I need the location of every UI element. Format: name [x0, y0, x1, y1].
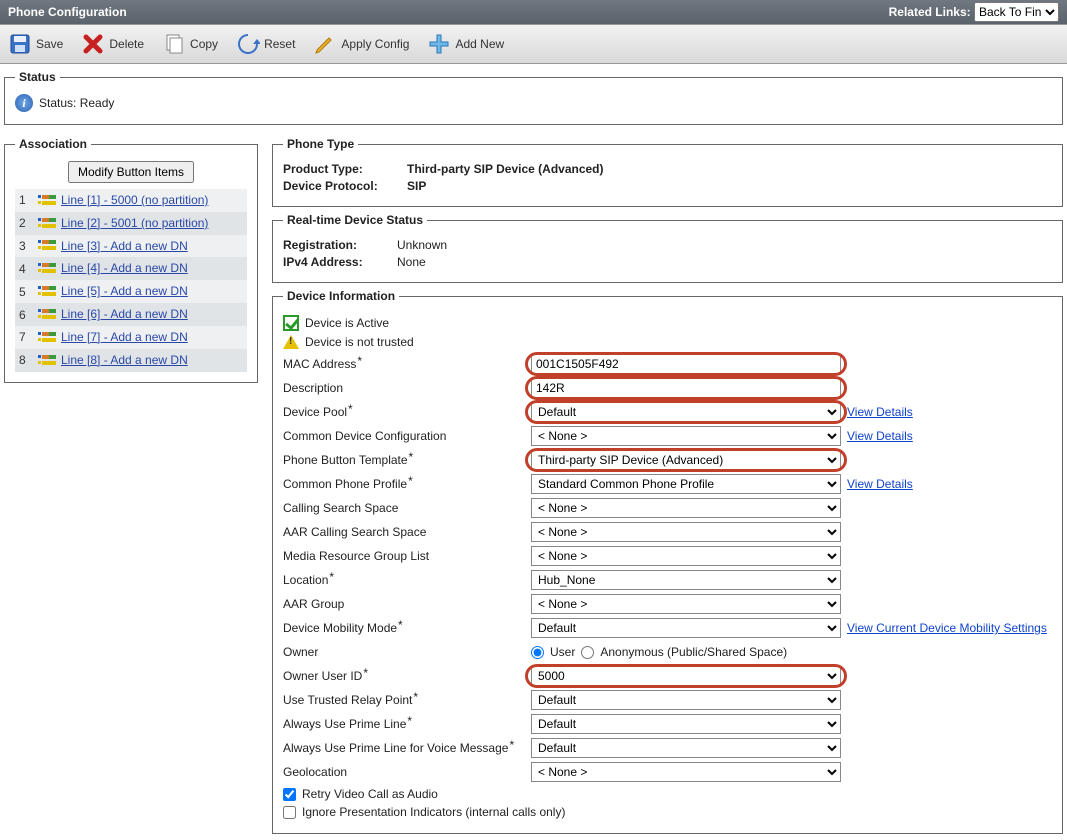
phone-button-template-select[interactable]: Third-party SIP Device (Advanced) — [531, 450, 841, 470]
association-row: 2Line [2] - 5001 (no partition) — [15, 212, 247, 235]
cpp-view-details[interactable]: View Details — [847, 477, 913, 491]
ipv4-value: None — [397, 255, 426, 269]
registration-value: Unknown — [397, 238, 447, 252]
association-row: 8Line [8] - Add a new DN — [15, 349, 247, 372]
add-new-button[interactable]: Add New — [427, 32, 504, 56]
geolocation-select[interactable]: < None > — [531, 762, 841, 782]
always-use-prime-line-select[interactable]: Default — [531, 714, 841, 734]
page-title: Phone Configuration — [8, 5, 127, 19]
aar-group-select[interactable]: < None > — [531, 594, 841, 614]
reset-icon — [236, 32, 260, 56]
device-not-trusted-text: Device is not trusted — [305, 335, 414, 349]
association-row: 4Line [4] - Add a new DN — [15, 257, 247, 280]
copy-icon — [162, 32, 186, 56]
association-row: 7Line [7] - Add a new DN — [15, 326, 247, 349]
line-icon — [37, 354, 59, 368]
mac-address-input[interactable] — [531, 354, 841, 374]
phone-type-legend: Phone Type — [283, 137, 358, 151]
line-icon — [37, 331, 59, 345]
reset-button[interactable]: Reset — [236, 32, 295, 56]
page-header: Phone Configuration Related Links: Back … — [0, 0, 1067, 24]
device-info-legend: Device Information — [283, 289, 399, 303]
realtime-legend: Real-time Device Status — [283, 213, 427, 227]
status-legend: Status — [15, 70, 60, 84]
line-icon — [37, 217, 59, 231]
association-row: 5Line [5] - Add a new DN — [15, 280, 247, 303]
line-link[interactable]: Line [2] - 5001 (no partition) — [61, 216, 208, 230]
info-icon: i — [15, 94, 33, 112]
trusted-relay-point-select[interactable]: Default — [531, 690, 841, 710]
calling-search-space-select[interactable]: < None > — [531, 498, 841, 518]
line-icon — [37, 194, 59, 208]
save-button[interactable]: Save — [8, 32, 63, 56]
description-input[interactable] — [531, 378, 841, 398]
ignore-presentation-checkbox[interactable] — [283, 806, 296, 819]
device-pool-select[interactable]: Default — [531, 402, 841, 422]
check-icon — [283, 315, 299, 331]
owner-user-radio[interactable] — [531, 646, 544, 659]
location-select[interactable]: Hub_None — [531, 570, 841, 590]
status-text: Status: Ready — [39, 96, 114, 110]
line-icon — [37, 308, 59, 322]
line-link[interactable]: Line [5] - Add a new DN — [61, 284, 188, 298]
device-mobility-link[interactable]: View Current Device Mobility Settings — [847, 621, 1047, 635]
line-icon — [37, 239, 59, 253]
save-icon — [8, 32, 32, 56]
related-links: Related Links: Back To Fin — [889, 2, 1059, 22]
status-fieldset: Status i Status: Ready — [4, 70, 1063, 125]
device-protocol-value: SIP — [407, 179, 426, 193]
line-icon — [37, 262, 59, 276]
device-info-fieldset: Device Information Device is Active Devi… — [272, 289, 1063, 834]
line-link[interactable]: Line [1] - 5000 (no partition) — [61, 193, 208, 207]
realtime-status-fieldset: Real-time Device Status Registration:Unk… — [272, 213, 1063, 283]
aar-css-select[interactable]: < None > — [531, 522, 841, 542]
delete-button[interactable]: Delete — [81, 32, 144, 56]
association-fieldset: Association Modify Button Items 1Line [1… — [4, 137, 258, 383]
device-active-text: Device is Active — [305, 316, 389, 330]
pencil-icon — [313, 32, 337, 56]
line-icon — [37, 285, 59, 299]
phone-type-fieldset: Phone Type Product Type:Third-party SIP … — [272, 137, 1063, 207]
association-row: 3Line [3] - Add a new DN — [15, 235, 247, 258]
association-table: 1Line [1] - 5000 (no partition)2Line [2]… — [15, 189, 247, 372]
association-row: 1Line [1] - 5000 (no partition) — [15, 189, 247, 212]
modify-button-items[interactable]: Modify Button Items — [68, 161, 194, 183]
delete-icon — [81, 32, 105, 56]
line-link[interactable]: Line [6] - Add a new DN — [61, 307, 188, 321]
device-mobility-mode-select[interactable]: Default — [531, 618, 841, 638]
copy-button[interactable]: Copy — [162, 32, 218, 56]
common-device-config-select[interactable]: < None > — [531, 426, 841, 446]
apply-config-button[interactable]: Apply Config — [313, 32, 409, 56]
mrgl-select[interactable]: < None > — [531, 546, 841, 566]
cdc-view-details[interactable]: View Details — [847, 429, 913, 443]
toolbar: Save Delete Copy Reset Apply Config Add … — [0, 24, 1067, 64]
line-link[interactable]: Line [3] - Add a new DN — [61, 239, 188, 253]
always-use-prime-line-vm-select[interactable]: Default — [531, 738, 841, 758]
plus-icon — [427, 32, 451, 56]
association-legend: Association — [15, 137, 91, 151]
owner-user-id-select[interactable]: 5000 — [531, 666, 841, 686]
related-links-select[interactable]: Back To Fin — [974, 2, 1059, 22]
line-link[interactable]: Line [4] - Add a new DN — [61, 261, 188, 275]
warning-icon — [283, 335, 299, 349]
owner-anon-radio[interactable] — [581, 646, 594, 659]
line-link[interactable]: Line [7] - Add a new DN — [61, 330, 188, 344]
product-type-value: Third-party SIP Device (Advanced) — [407, 162, 604, 176]
retry-video-checkbox[interactable] — [283, 788, 296, 801]
device-pool-view-details[interactable]: View Details — [847, 405, 913, 419]
common-phone-profile-select[interactable]: Standard Common Phone Profile — [531, 474, 841, 494]
line-link[interactable]: Line [8] - Add a new DN — [61, 353, 188, 367]
association-row: 6Line [6] - Add a new DN — [15, 303, 247, 326]
